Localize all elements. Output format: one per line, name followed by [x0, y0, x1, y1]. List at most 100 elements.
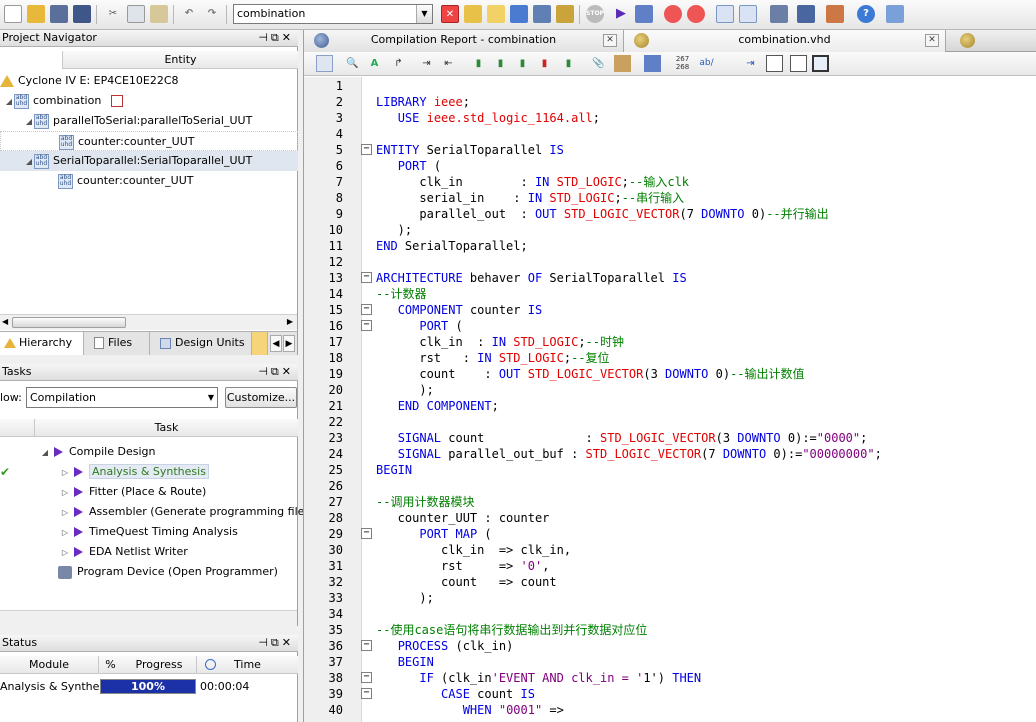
tab-design-units[interactable]: Design Units — [150, 332, 252, 355]
task-eda-netlist[interactable]: ▷ EDA Netlist Writer — [0, 542, 298, 562]
code-editor[interactable]: 1 2 3 4 5 6 7 8 9 10 11 12 13 14 15 16 17 18 19 20 21 22 23 24 2… — [304, 77, 1036, 722]
tree-row-counter-2[interactable]: abd uhd counter:counter_UUT — [0, 171, 298, 191]
tree-row-paralleltoserial[interactable]: ◢ abd uhd parallelToSerial:parallelToSerial… — [0, 111, 298, 131]
netlist-icon[interactable] — [826, 5, 844, 23]
attach-icon[interactable]: 📎 — [590, 55, 607, 72]
fold-toggle-icon[interactable]: − — [361, 640, 372, 651]
redo-icon[interactable]: ↷ — [203, 5, 221, 23]
programmer-icon[interactable] — [770, 5, 788, 23]
save-icon[interactable] — [50, 5, 68, 23]
expand-icon[interactable]: ▷ — [60, 523, 70, 543]
undo-icon[interactable]: ↶ — [180, 5, 198, 23]
task-analysis-synthesis[interactable]: ✔ ▷ Analysis & Synthesis — [0, 462, 298, 482]
tree-row-counter-1[interactable]: abd uhd counter:counter_UUT — [0, 131, 298, 151]
tree-row-combination[interactable]: ◢ abd uhd combination — [0, 91, 298, 111]
next-bookmark-icon[interactable]: ▮ — [492, 55, 509, 72]
find-icon[interactable]: 🔍 — [344, 55, 361, 72]
tab-overflow[interactable] — [252, 332, 268, 355]
fold-toggle-icon[interactable]: − — [361, 144, 372, 155]
expand-icon[interactable]: ▷ — [60, 503, 70, 523]
tab-compilation-report[interactable]: Compilation Report - combination ✕ — [304, 30, 624, 52]
doc-view-3-icon[interactable] — [812, 55, 829, 72]
assignment-icon[interactable] — [510, 5, 528, 23]
entity-column-header[interactable]: Entity — [62, 51, 298, 69]
customize-button[interactable]: Customize... — [225, 387, 297, 408]
settings-icon[interactable] — [533, 5, 551, 23]
insert-template-icon[interactable] — [316, 55, 333, 72]
tab-hierarchy[interactable]: Hierarchy — [0, 332, 84, 355]
tree-row-serialtoparallel[interactable]: ◢ abd uhd SerialToparallel:SerialToparallel… — [0, 151, 298, 171]
copy-icon[interactable] — [127, 5, 145, 23]
fold-toggle-icon[interactable]: − — [361, 528, 372, 539]
tab-combination-vhd[interactable]: combination.vhd ✕ — [624, 30, 946, 52]
scroll-right-icon[interactable]: ▶ — [287, 317, 293, 326]
start-analysis-icon[interactable] — [635, 5, 653, 23]
task-column-header[interactable]: Task — [34, 419, 298, 437]
properties-icon[interactable] — [464, 5, 482, 23]
fold-toggle-icon[interactable]: − — [361, 320, 372, 331]
pencil-icon[interactable] — [487, 5, 505, 23]
open-folder-icon[interactable] — [27, 5, 45, 23]
close-icon[interactable]: ✕ — [925, 34, 939, 47]
timing-analyzer-icon[interactable] — [664, 5, 682, 23]
check-syntax-icon[interactable] — [644, 55, 661, 72]
expand-icon[interactable]: ▷ — [60, 483, 70, 503]
task-timequest[interactable]: ▷ TimeQuest Timing Analysis — [0, 522, 298, 542]
next-error-icon[interactable]: ⇥ — [742, 55, 759, 72]
fold-toggle-icon[interactable]: − — [361, 304, 372, 315]
task-program-device[interactable]: Program Device (Open Programmer) — [0, 562, 298, 582]
prev-bookmark-icon[interactable]: ▮ — [514, 55, 531, 72]
chip-planner-icon[interactable]: ✕ — [441, 5, 459, 23]
paste-icon[interactable] — [150, 5, 168, 23]
device-row[interactable]: Cyclone IV E: EP4CE10E22C8 — [0, 71, 298, 91]
tab-overflow[interactable] — [946, 30, 1036, 52]
task-compile-design[interactable]: ◢ Compile Design — [0, 442, 298, 462]
new-file-icon[interactable] — [4, 5, 22, 23]
start-compilation-icon[interactable]: ▶ — [612, 5, 630, 23]
entity-select[interactable]: combination ▼ — [233, 4, 433, 24]
save-all-icon[interactable] — [73, 5, 91, 23]
progress-column-header[interactable]: Progress — [122, 656, 196, 674]
timequest-icon[interactable] — [687, 5, 705, 23]
technology-map-icon[interactable] — [739, 5, 757, 23]
doc-view-1-icon[interactable] — [766, 55, 783, 72]
chevron-down-icon[interactable]: ▼ — [416, 5, 432, 23]
horizontal-scrollbar[interactable] — [0, 610, 297, 626]
percent-column-header[interactable]: % — [98, 656, 122, 674]
replace-icon[interactable]: A — [366, 55, 383, 72]
chevron-down-icon[interactable]: ▼ — [208, 388, 214, 407]
module-column-header[interactable]: Module — [0, 656, 98, 674]
panel-controls[interactable]: ⊣⧉✕ — [258, 635, 294, 651]
scroll-icon[interactable] — [614, 55, 631, 72]
indent-icon[interactable]: ⇥ — [418, 55, 435, 72]
unindent-icon[interactable]: ⇤ — [440, 55, 457, 72]
bookmark-icon[interactable]: ▮ — [470, 55, 487, 72]
horizontal-scrollbar[interactable]: ◀ ▶ — [0, 314, 297, 330]
collapse-icon[interactable]: ◢ — [24, 112, 34, 132]
doc-view-2-icon[interactable] — [790, 55, 807, 72]
scroll-thumb[interactable] — [12, 317, 126, 328]
task-fitter[interactable]: ▷ Fitter (Place & Route) — [0, 482, 298, 502]
feedback-icon[interactable] — [886, 5, 904, 23]
tab-scroll-right-icon[interactable]: ▶ — [283, 335, 295, 352]
tab-files[interactable]: Files — [84, 332, 150, 355]
collapse-icon[interactable]: ◢ — [4, 92, 14, 112]
expand-icon[interactable]: ▷ — [60, 463, 70, 483]
pin-planner-icon[interactable] — [556, 5, 574, 23]
fold-toggle-icon[interactable]: − — [361, 688, 372, 699]
panel-controls[interactable]: ⊣⧉✕ — [258, 30, 294, 46]
stop-icon[interactable]: STOP — [586, 5, 604, 23]
task-assembler[interactable]: ▷ Assembler (Generate programming files) — [0, 502, 315, 523]
line-numbers-icon[interactable]: 267 268 — [674, 55, 691, 72]
fold-toggle-icon[interactable]: − — [361, 272, 372, 283]
block-comment-icon[interactable]: ▮ — [560, 55, 577, 72]
fold-toggle-icon[interactable]: − — [361, 672, 372, 683]
close-icon[interactable]: ✕ — [603, 34, 617, 47]
cut-icon[interactable]: ✂ — [104, 5, 122, 23]
help-icon[interactable]: ? — [857, 5, 875, 23]
collapse-icon[interactable]: ◢ — [40, 443, 50, 463]
rtl-viewer-icon[interactable] — [716, 5, 734, 23]
wrap-icon[interactable]: ab/ — [698, 55, 715, 72]
time-column-header[interactable]: Time — [196, 656, 298, 674]
scroll-left-icon[interactable]: ◀ — [2, 317, 8, 326]
